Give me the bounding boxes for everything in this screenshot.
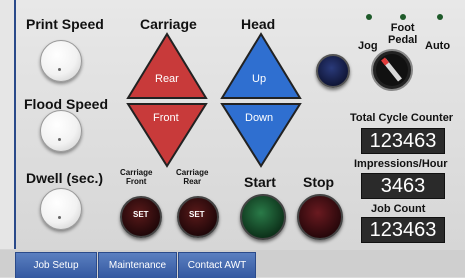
print-speed-knob[interactable] (40, 40, 82, 82)
iph-value: 3463 (361, 173, 445, 199)
carriage-rear-button[interactable] (126, 32, 208, 100)
carriage-rear-label: Rear (155, 73, 179, 85)
carriage-rear-set-label: Carriage Rear (176, 168, 209, 186)
job-count-label: Job Count (371, 203, 426, 215)
foot-pedal-label: Foot Pedal (388, 22, 418, 46)
led-auto (437, 14, 443, 20)
stop-button[interactable] (297, 194, 343, 240)
head-up-button[interactable] (220, 32, 302, 100)
tab-job-setup[interactable]: Job Setup (15, 252, 97, 278)
carriage-front-set-label: Carriage Front (120, 168, 153, 186)
carriage-front-label: Front (153, 112, 179, 124)
left-bezel (0, 0, 16, 249)
print-speed-label: Print Speed (26, 16, 104, 32)
tab-maintenance[interactable]: Maintenance (98, 252, 177, 278)
total-cycle-value: 123463 (361, 128, 445, 154)
control-panel: Print Speed Flood Speed Dwell (sec.) Car… (0, 0, 465, 278)
total-cycle-label: Total Cycle Counter (350, 112, 454, 124)
led-foot-pedal (400, 14, 406, 20)
head-title: Head (241, 16, 276, 32)
stop-label: Stop (303, 174, 335, 190)
mode-selector-knob[interactable] (370, 48, 414, 92)
start-button[interactable] (240, 194, 286, 240)
auto-label: Auto (425, 40, 451, 52)
head-up-label: Up (252, 73, 267, 85)
jog-button[interactable] (316, 54, 350, 88)
dwell-knob[interactable] (40, 188, 82, 230)
iph-label: Impressions/Hour (354, 158, 448, 170)
carriage-front-set-text: SET (133, 210, 149, 219)
flood-speed-knob[interactable] (40, 110, 82, 152)
start-label: Start (244, 174, 276, 190)
dwell-label: Dwell (sec.) (26, 170, 104, 186)
led-jog (366, 14, 372, 20)
carriage-title: Carriage (140, 16, 197, 32)
tab-contact-awt[interactable]: Contact AWT (178, 252, 256, 278)
head-down-label: Down (245, 112, 274, 124)
job-count-value: 123463 (361, 217, 445, 243)
flood-speed-label: Flood Speed (24, 96, 108, 112)
carriage-rear-set-text: SET (189, 210, 205, 219)
